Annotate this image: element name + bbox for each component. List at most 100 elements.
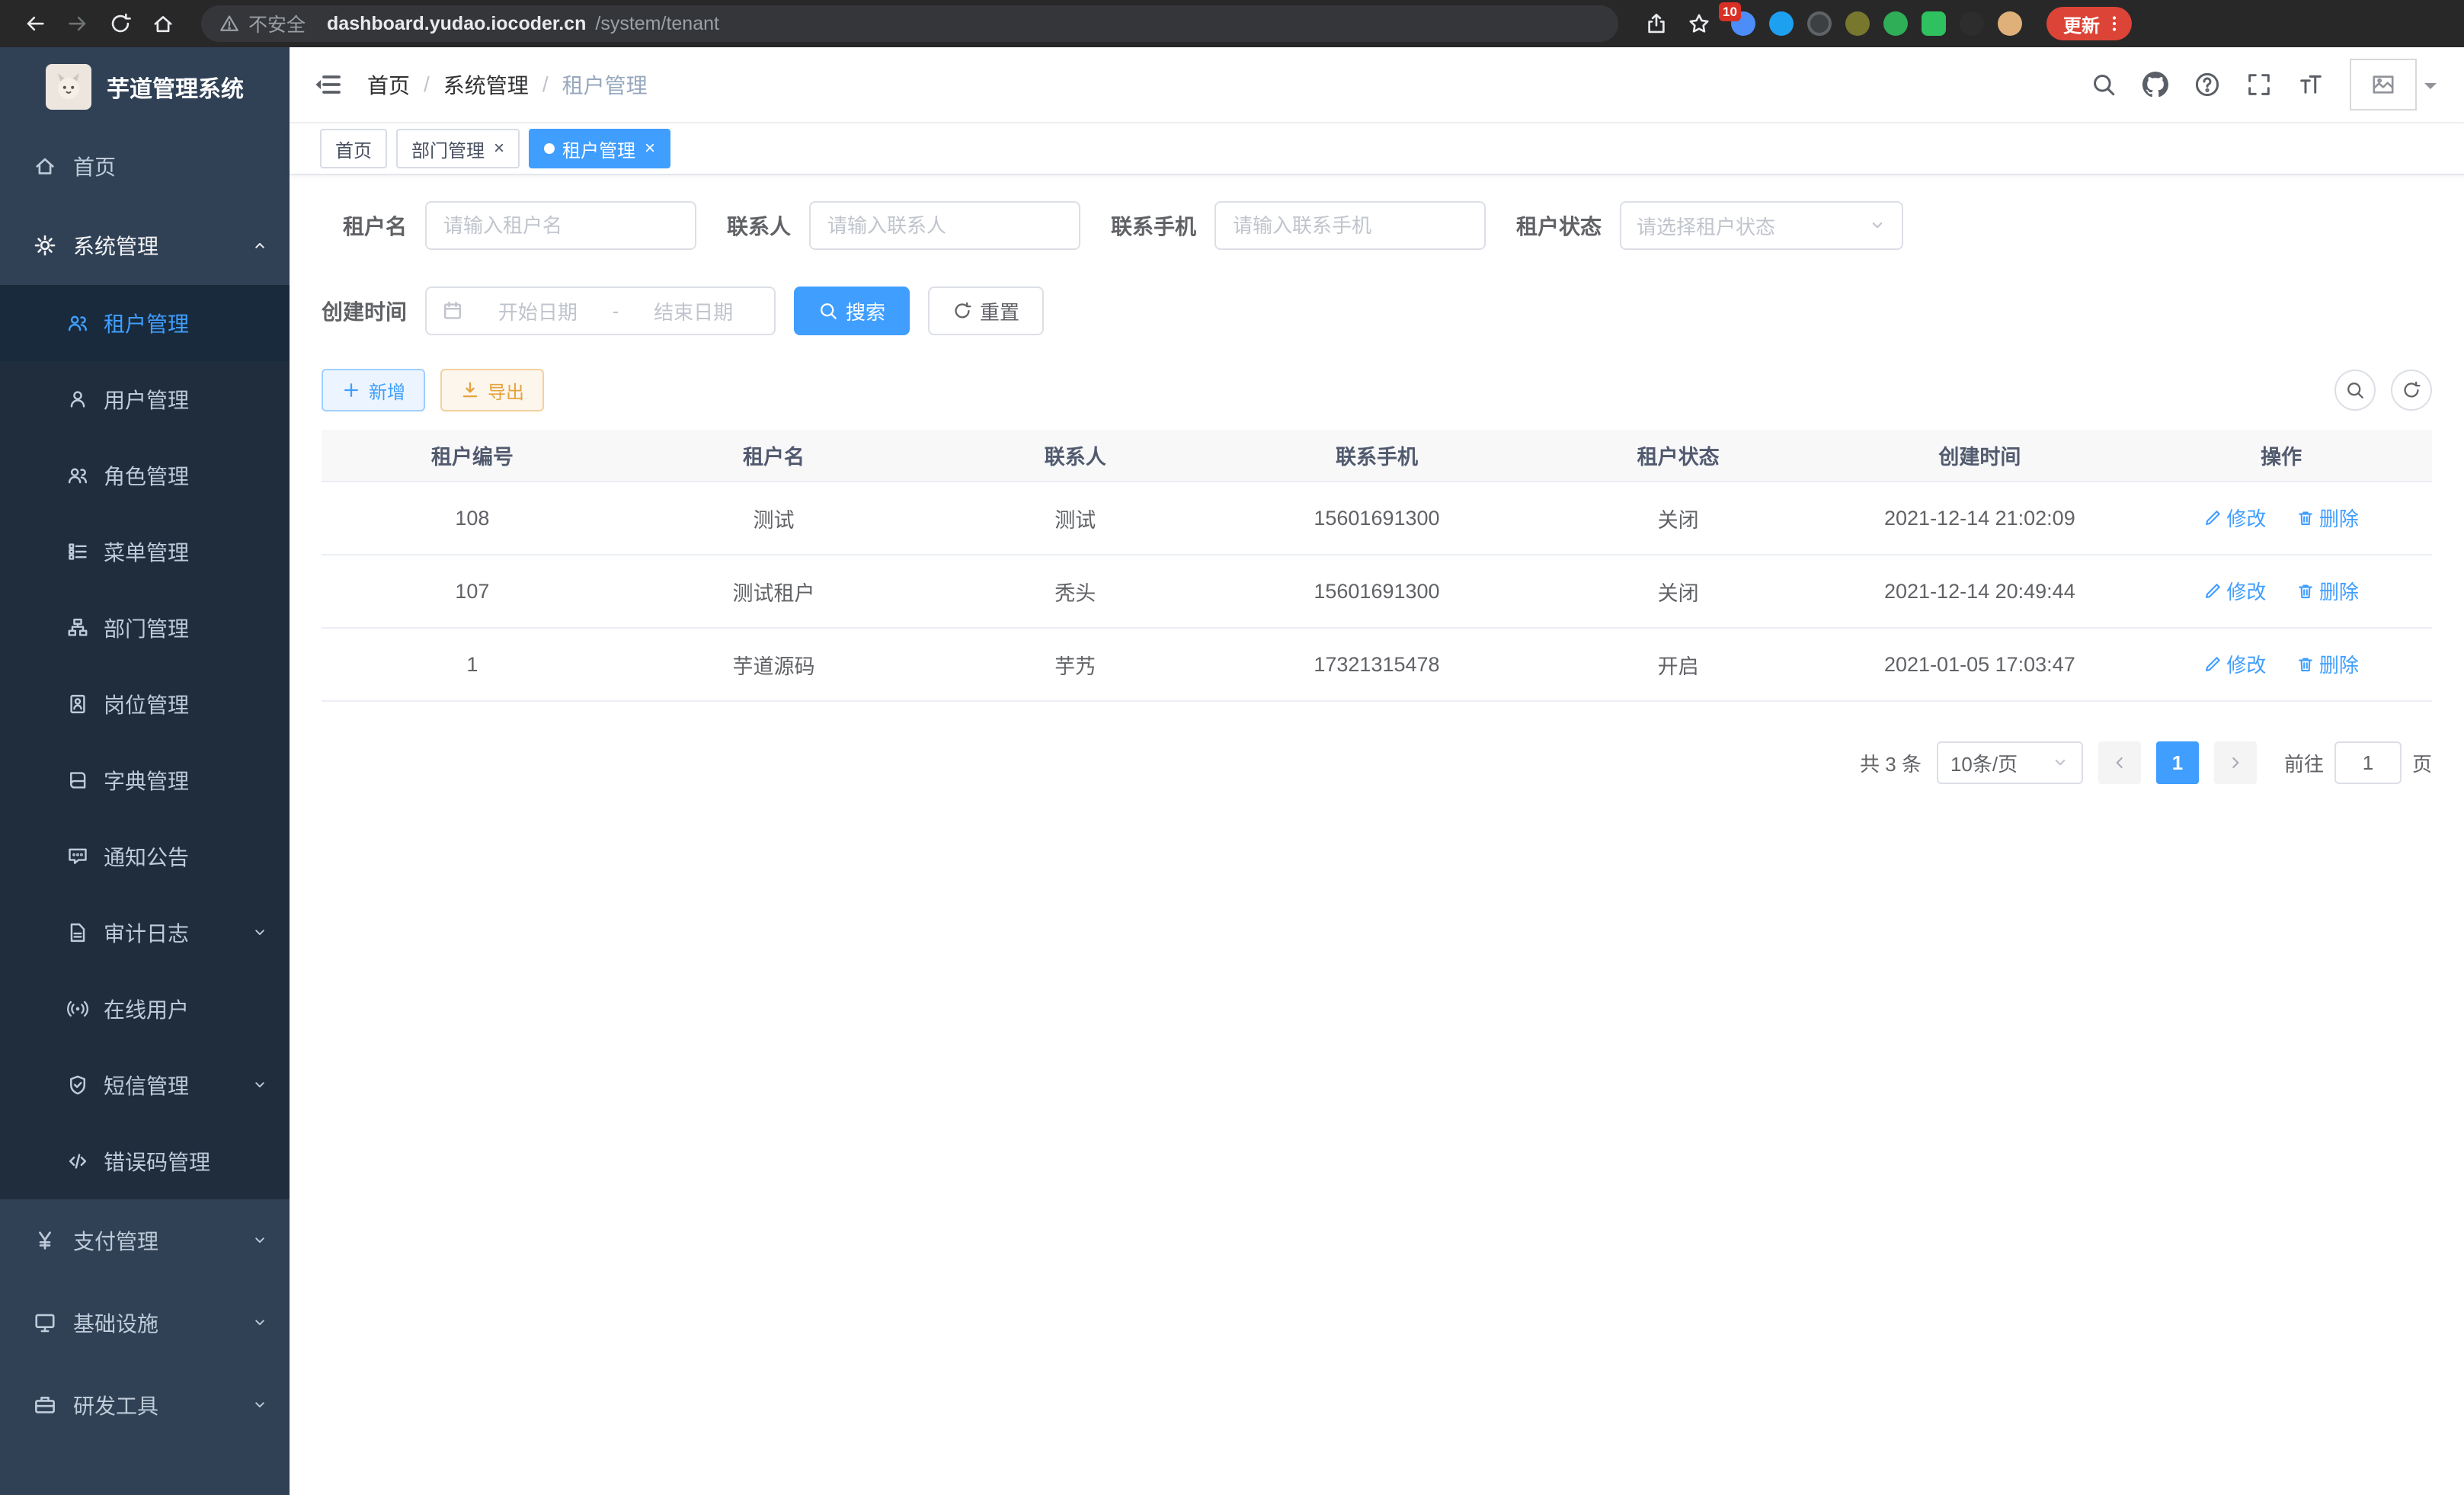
sidebar-item-home[interactable]: 首页 xyxy=(0,126,290,206)
cell-status: 开启 xyxy=(1528,628,1829,701)
sidebar-item-audit-log[interactable]: 审计日志 xyxy=(0,895,290,971)
delete-link[interactable]: 删除 xyxy=(2296,504,2359,532)
mascot-icon xyxy=(50,69,87,105)
breadcrumb-home[interactable]: 首页 xyxy=(367,69,410,100)
menu-fold-icon[interactable] xyxy=(312,69,343,100)
app-title: 芋道管理系统 xyxy=(107,70,244,104)
pagination: 共 3 条 10条/页 1 前往 页 xyxy=(322,741,2432,784)
export-button[interactable]: 导出 xyxy=(440,369,544,411)
next-page-button[interactable] xyxy=(2214,741,2257,784)
table-header-row: 租户编号 租户名 联系人 联系手机 租户状态 创建时间 操作 xyxy=(322,430,2432,482)
sidebar-item-tenant[interactable]: 租户管理 xyxy=(0,285,290,361)
extension-icon-1[interactable]: 10 xyxy=(1731,11,1755,36)
date-range-picker[interactable]: 开始日期 - 结束日期 xyxy=(425,287,776,335)
sidebar-item-user[interactable]: 用户管理 xyxy=(0,361,290,437)
extension-icon-3[interactable] xyxy=(1807,11,1832,36)
sidebar-item-dept[interactable]: 部门管理 xyxy=(0,590,290,666)
column-header[interactable]: 联系手机 xyxy=(1226,430,1528,482)
sidebar-item-online-users[interactable]: 在线用户 xyxy=(0,971,290,1047)
help-icon[interactable] xyxy=(2194,72,2220,98)
page-number: 1 xyxy=(2172,751,2183,775)
sidebar-item-infrastructure[interactable]: 基础设施 xyxy=(0,1282,290,1364)
column-header[interactable]: 租户名 xyxy=(623,430,925,482)
extension-icon-6[interactable] xyxy=(1922,11,1946,36)
page-size-select[interactable]: 10条/页 xyxy=(1937,741,2083,784)
edit-link[interactable]: 修改 xyxy=(2203,650,2266,678)
extension-icon-8[interactable] xyxy=(1998,11,2022,36)
column-header[interactable]: 操作 xyxy=(2130,430,2432,482)
cell-contact: 秃头 xyxy=(924,555,1226,628)
breadcrumb-system[interactable]: 系统管理 xyxy=(443,69,529,100)
sidebar-item-dev-tools[interactable]: 研发工具 xyxy=(0,1364,290,1446)
page-unit-label: 页 xyxy=(2412,749,2432,777)
app-shell: 芋道管理系统 首页 系统管理 租户管理 用户管理 角色管理 xyxy=(0,47,2464,1495)
cell-actions: 修改 删除 xyxy=(2130,482,2432,555)
status-select[interactable]: 请选择租户状态 xyxy=(1620,201,1903,250)
cell-id: 1 xyxy=(322,628,623,701)
extension-icon-5[interactable] xyxy=(1883,11,1908,36)
tenant-name-input[interactable] xyxy=(425,201,696,250)
extension-icon-7[interactable] xyxy=(1960,11,1984,36)
pencil-icon xyxy=(2203,582,2222,600)
search-icon[interactable] xyxy=(2091,72,2117,98)
edit-link[interactable]: 修改 xyxy=(2203,504,2266,532)
cell-contact: 芋艿 xyxy=(924,628,1226,701)
tab-home[interactable]: 首页 xyxy=(320,129,387,168)
tab-close-icon[interactable]: × xyxy=(494,139,504,158)
extension-icon-2[interactable] xyxy=(1769,11,1794,36)
export-button-label: 导出 xyxy=(488,377,524,404)
cell-created: 2021-01-05 17:03:47 xyxy=(1829,628,2131,701)
tenant-name-label: 租户名 xyxy=(322,210,425,241)
sidebar-item-sms[interactable]: 短信管理 xyxy=(0,1047,290,1123)
breadcrumb-separator: / xyxy=(424,72,430,97)
sidebar-item-role[interactable]: 角色管理 xyxy=(0,437,290,514)
reset-button[interactable]: 重置 xyxy=(928,287,1044,335)
user-avatar-menu[interactable] xyxy=(2350,59,2437,110)
breadcrumb-current: 租户管理 xyxy=(562,69,648,100)
search-button[interactable]: 搜索 xyxy=(794,287,910,335)
page-number-button[interactable]: 1 xyxy=(2156,741,2199,784)
column-header[interactable]: 联系人 xyxy=(924,430,1226,482)
sidebar-item-dict[interactable]: 字典管理 xyxy=(0,742,290,818)
column-header[interactable]: 租户编号 xyxy=(322,430,623,482)
address-bar[interactable]: 不安全 dashboard.yudao.iocoder.cn /system/t… xyxy=(201,5,1618,42)
extension-icon-4[interactable] xyxy=(1845,11,1870,36)
sidebar-item-notice[interactable]: 通知公告 xyxy=(0,818,290,895)
sidebar-item-system[interactable]: 系统管理 xyxy=(0,206,290,285)
logo[interactable]: 芋道管理系统 xyxy=(0,47,290,126)
chevron-down-icon xyxy=(251,924,268,941)
bookmark-star-button[interactable] xyxy=(1679,4,1719,43)
font-size-icon[interactable] xyxy=(2298,72,2324,98)
tab-tenant[interactable]: 租户管理 × xyxy=(529,129,670,168)
refresh-table-button[interactable] xyxy=(2391,370,2432,411)
goto-page-input[interactable] xyxy=(2334,741,2402,784)
browser-reload-button[interactable] xyxy=(101,4,140,43)
browser-forward-button[interactable] xyxy=(58,4,98,43)
sidebar-item-menu[interactable]: 菜单管理 xyxy=(0,514,290,590)
column-header[interactable]: 租户状态 xyxy=(1528,430,1829,482)
chrome-update-button[interactable]: 更新 xyxy=(2046,7,2132,40)
add-button[interactable]: 新增 xyxy=(322,369,425,411)
browser-back-button[interactable] xyxy=(15,4,55,43)
sidebar-item-label: 错误码管理 xyxy=(104,1146,210,1176)
column-header[interactable]: 创建时间 xyxy=(1829,430,2131,482)
delete-link[interactable]: 删除 xyxy=(2296,577,2359,605)
delete-link[interactable]: 删除 xyxy=(2296,650,2359,678)
fullscreen-icon[interactable] xyxy=(2246,72,2272,98)
github-icon[interactable] xyxy=(2142,72,2168,98)
tabs-bar: 首页 部门管理 × 租户管理 × xyxy=(290,123,2464,175)
yen-icon xyxy=(34,1229,56,1252)
prev-page-button[interactable] xyxy=(2098,741,2141,784)
browser-home-button[interactable] xyxy=(143,4,183,43)
tab-dept[interactable]: 部门管理 × xyxy=(396,129,520,168)
phone-input[interactable] xyxy=(1214,201,1486,250)
sidebar-item-payment[interactable]: 支付管理 xyxy=(0,1199,290,1282)
edit-link[interactable]: 修改 xyxy=(2203,577,2266,605)
show-search-button[interactable] xyxy=(2334,370,2376,411)
sidebar-item-post[interactable]: 岗位管理 xyxy=(0,666,290,742)
table-row: 108 测试 测试 15601691300 关闭 2021-12-14 21:0… xyxy=(322,482,2432,555)
contact-input[interactable] xyxy=(809,201,1080,250)
share-button[interactable] xyxy=(1637,4,1676,43)
tab-close-icon[interactable]: × xyxy=(645,139,655,158)
sidebar-item-error-code[interactable]: 错误码管理 xyxy=(0,1123,290,1199)
